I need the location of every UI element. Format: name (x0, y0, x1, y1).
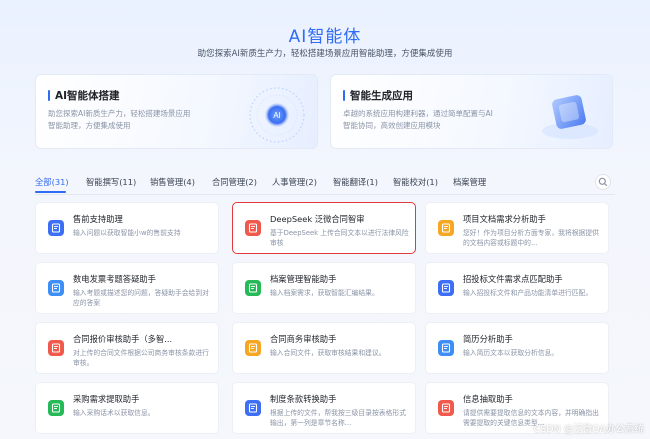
feature-title: AI智能体搭建 (55, 90, 120, 102)
agent-card-contract-review[interactable]: 合同商务审核助手 输入合同文件，获取审核结果和建议。 (232, 322, 416, 374)
card-title: 制度条款转换助手 (270, 394, 337, 404)
agent-card-presales[interactable]: 售前支持助理 输入问题以获取智能小w的售前支持 (35, 202, 219, 254)
card-desc: 对上传的合同文件根据公司商务审核条款进行审核。 (73, 349, 209, 367)
card-desc: 输入招投标文件和产品功能清单进行匹配。 (463, 289, 593, 297)
accent-bar (343, 90, 345, 101)
card-desc: 输入考题或描述您的问题，答疑助手会给到对应的答案 (73, 289, 209, 307)
agent-card-purchase[interactable]: 采购需求提取助手 输入采购话术以获取信息。 (35, 382, 219, 434)
card-title: DeepSeek 泛微合同智审 (270, 214, 365, 224)
agent-card-project-doc[interactable]: 项目文档需求分析助手 您好！作为项目分析方面专家，我将根据提供的文档内容或标题中… (425, 202, 609, 254)
card-title: 数电发票考题答疑助手 (73, 274, 156, 284)
invoice-icon (48, 280, 64, 296)
review-icon (245, 340, 261, 356)
ai-orb-label: AI (273, 111, 281, 120)
feature-card-ai-builder[interactable]: AI智能体搭建 助您探索AI新质生产力，轻松搭建场景应用 智能助理，方便集成使用… (35, 74, 318, 149)
card-title: 简历分析助手 (463, 334, 513, 344)
card-title: 招投标文件需求点匹配助手 (463, 274, 563, 284)
bid-icon (438, 280, 454, 296)
card-desc: 输入合同文件，获取审核结果和建议。 (270, 349, 386, 357)
ai-orb-icon: AI (249, 87, 305, 143)
feature-card-app-gen[interactable]: 智能生成应用 卓越的系统应用构建利器，通过简单配置与AI智能协同，高效创建应用模… (330, 74, 613, 149)
card-desc: 您好！作为项目分析方面专家，我将根据提供的文档内容或标题中的... (463, 229, 599, 247)
page-title: AI智能体 (288, 27, 362, 47)
card-title: 采购需求提取助手 (73, 394, 140, 404)
card-title: 项目文档需求分析助手 (463, 214, 546, 224)
app-cube-icon (542, 95, 598, 139)
tab-sales[interactable]: 销售管理(4) (150, 176, 195, 188)
document-icon (438, 220, 454, 236)
card-desc: 输入问题以获取智能小w的售前支持 (73, 229, 181, 237)
quote-icon (48, 340, 64, 356)
card-desc: 输入采购话术以获取信息。 (73, 409, 155, 417)
tab-translate[interactable]: 智能翻译(1) (333, 176, 378, 188)
purchase-icon (48, 400, 64, 416)
archive-icon (245, 280, 261, 296)
tab-proofread[interactable]: 智能校对(1) (393, 176, 438, 188)
card-desc: 基于DeepSeek 上传合同文本以进行法律风险审核 (270, 229, 409, 247)
tab-archive[interactable]: 档案管理 (453, 176, 486, 188)
agent-card-resume[interactable]: 简历分析助手 输入简历文本以获取分析信息。 (425, 322, 609, 374)
tab-writing[interactable]: 智能撰写(11) (86, 176, 136, 188)
chat-icon (48, 220, 64, 236)
card-title: 合同报价审核助手（多智... (73, 334, 173, 344)
agent-card-bid-match[interactable]: 招投标文件需求点匹配助手 输入招投标文件和产品功能清单进行匹配。 (425, 262, 609, 314)
feature-desc: 助您探索AI新质生产力，轻松搭建场景应用 智能助理，方便集成使用 (48, 109, 191, 130)
feature-title: 智能生成应用 (350, 90, 413, 102)
feature-desc: 卓越的系统应用构建利器，通过简单配置与AI智能协同，高效创建应用模块 (343, 109, 493, 130)
page-subtitle: 助您探索AI新质生产力，轻松搭建场景应用智能助理，方便集成使用 (197, 49, 453, 59)
card-title: 信息抽取助手 (463, 394, 513, 404)
accent-bar (48, 90, 50, 101)
card-desc: 根据上传的文件，帮我按三级目录按表格形式输出，第一列是章节名称... (270, 409, 406, 427)
contract-icon (245, 220, 261, 236)
card-title: 售前支持助理 (73, 214, 123, 224)
card-title: 合同商务审核助手 (270, 334, 337, 344)
tab-contract[interactable]: 合同管理(2) (212, 176, 257, 188)
tabs-divider (35, 194, 615, 195)
extract-icon (438, 400, 454, 416)
search-icon (598, 177, 608, 187)
tab-all[interactable]: 全部(31) (35, 176, 69, 188)
search-button[interactable] (595, 174, 611, 190)
agent-card-quote-review[interactable]: 合同报价审核助手（多智... 对上传的合同文件根据公司商务审核条款进行审核。 (35, 322, 219, 374)
agent-card-invoice[interactable]: 数电发票考题答疑助手 输入考题或描述您的问题，答疑助手会给到对应的答案 (35, 262, 219, 314)
agent-card-deepseek-contract[interactable]: DeepSeek 泛微合同智审 基于DeepSeek 上传合同文本以进行法律风险… (232, 202, 416, 254)
agent-card-policy[interactable]: 制度条款转换助手 根据上传的文件，帮我按三级目录按表格形式输出，第一列是章节名称… (232, 382, 416, 434)
card-desc: 输入简历文本以获取分析信息。 (463, 349, 559, 357)
card-desc: 输入档案需求，获取智能汇编结果。 (270, 289, 379, 297)
policy-icon (245, 400, 261, 416)
card-title: 档案管理智能助手 (270, 274, 337, 284)
tab-hr[interactable]: 人事管理(2) (272, 176, 317, 188)
active-tab-indicator (35, 191, 66, 193)
resume-icon (438, 340, 454, 356)
agent-card-archive[interactable]: 档案管理智能助手 输入档案需求，获取智能汇编结果。 (232, 262, 416, 314)
watermark: CSDN @泛微OA办公系统 (533, 424, 644, 435)
